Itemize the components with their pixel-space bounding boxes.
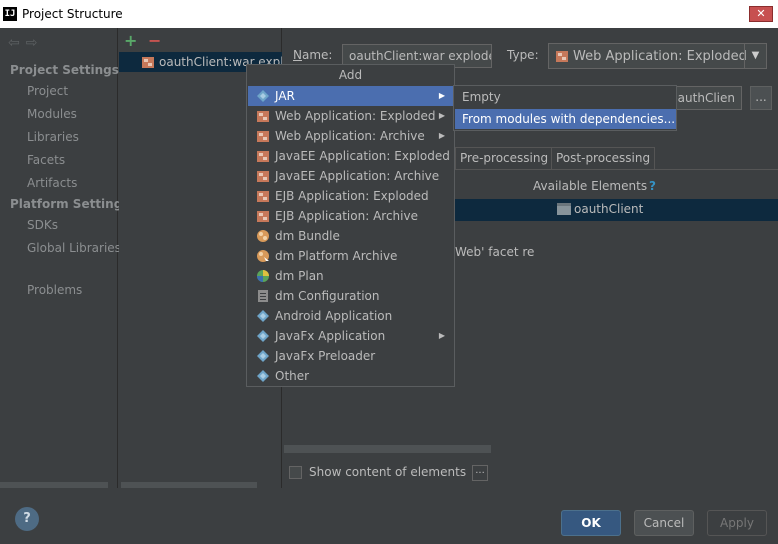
menu-item-javaee-application-archive[interactable]: JavaEE Application: Archive	[248, 166, 453, 186]
web-app-icon	[556, 51, 568, 62]
menu-item-label: Other	[275, 369, 310, 383]
menu-item-label: JavaFx Preloader	[275, 349, 376, 363]
menu-item-label: dm Bundle	[275, 229, 340, 243]
menu-item-android-application[interactable]: Android Application	[248, 306, 453, 326]
submenu-arrow-icon: ▶	[438, 91, 445, 100]
menu-item-web-application-exploded[interactable]: Web Application: Exploded ▶	[248, 106, 453, 126]
cancel-button[interactable]: Cancel	[634, 510, 694, 536]
facet-message: Web' facet re	[455, 245, 535, 259]
available-element-label: oauthClient	[574, 202, 644, 216]
menu-item-label: JAR	[275, 89, 295, 103]
menu-item-label: dm Configuration	[275, 289, 380, 303]
help-button[interactable]: ?	[15, 507, 39, 531]
show-content-label: Show content of elements	[309, 465, 467, 479]
menu-item-ejb-application-exploded[interactable]: EJB Application: Exploded	[248, 186, 453, 206]
add-artifact-button[interactable]: +	[124, 31, 137, 50]
dm-bundle-icon	[256, 229, 270, 243]
nav-section-platform-settings: Platform Settings	[10, 197, 130, 211]
window-title: Project Structure	[22, 7, 123, 21]
layout-horizontal-scrollbar[interactable]	[284, 445, 491, 453]
help-icon[interactable]: ?	[649, 179, 656, 193]
menu-item-jar[interactable]: JAR ▶	[248, 86, 453, 106]
nav-item-project[interactable]: Project	[27, 84, 68, 98]
menu-item-dm-platform-archive[interactable]: dm Platform Archive	[248, 246, 453, 266]
menu-item-ejb-application-archive[interactable]: EJB Application: Archive	[248, 206, 453, 226]
artifact-list-scrollbar[interactable]	[121, 482, 257, 488]
submenu-arrow-icon: ▶	[438, 331, 445, 340]
menu-item-label: EJB Application: Exploded	[275, 189, 429, 203]
show-content-checkbox[interactable]	[289, 466, 302, 479]
nav-item-sdks[interactable]: SDKs	[27, 218, 58, 232]
available-elements-label: Available Elements	[533, 179, 648, 193]
menu-item-javafx-application[interactable]: JavaFx Application ▶	[248, 326, 453, 346]
jar-submenu: Empty From modules with dependencies...	[453, 85, 677, 131]
menu-item-label: Web Application: Archive	[275, 129, 425, 143]
intellij-app-icon: IJ	[3, 7, 17, 21]
add-artifact-popup-menu: Add JAR ▶ Web Application: Exploded ▶ Web Ap…	[246, 64, 455, 387]
title-bar: IJ Project Structure ✕	[0, 0, 778, 28]
apply-button[interactable]: Apply	[707, 510, 767, 536]
submenu-item-empty[interactable]: Empty	[455, 87, 676, 107]
ejb-icon	[256, 189, 270, 203]
javaee-icon	[256, 169, 270, 183]
tab-pre-processing[interactable]: Pre-processing	[455, 147, 554, 169]
nav-item-facets[interactable]: Facets	[27, 153, 65, 167]
web-app-icon	[256, 109, 270, 123]
other-icon	[256, 369, 270, 383]
menu-item-dm-configuration[interactable]: dm Configuration	[248, 286, 453, 306]
show-content-options-button[interactable]: ...	[472, 465, 488, 481]
menu-item-label: JavaEE Application: Exploded	[275, 149, 450, 163]
nav-item-libraries[interactable]: Libraries	[27, 130, 79, 144]
menu-item-other[interactable]: Other	[248, 366, 453, 386]
ok-button[interactable]: OK	[561, 510, 621, 536]
name-label: Name:	[293, 48, 333, 62]
android-icon	[256, 309, 270, 323]
nav-item-modules[interactable]: Modules	[27, 107, 77, 121]
menu-item-label: JavaEE Application: Archive	[275, 169, 440, 183]
menu-item-dm-plan[interactable]: dm Plan	[248, 266, 453, 286]
menu-item-label: Android Application	[275, 309, 393, 323]
remove-artifact-button[interactable]: −	[148, 31, 161, 50]
nav-section-project-settings: Project Settings	[10, 63, 119, 77]
nav-item-global-libraries[interactable]: Global Libraries	[27, 241, 121, 255]
menu-item-label: dm Platform Archive	[275, 249, 398, 263]
menu-item-javafx-preloader[interactable]: JavaFx Preloader	[248, 346, 453, 366]
back-forward-icons[interactable]: ⇦⇨	[8, 35, 43, 51]
submenu-arrow-icon: ▶	[438, 131, 445, 140]
artifact-type-value: Web Application: Exploded	[573, 49, 747, 64]
type-label: Type:	[507, 48, 539, 62]
submenu-arrow-icon: ▶	[438, 111, 445, 120]
close-window-button[interactable]: ✕	[749, 6, 773, 22]
jar-icon	[256, 89, 270, 103]
browse-output-button[interactable]: ...	[750, 86, 772, 110]
menu-item-label: Web Application: Exploded	[275, 109, 436, 123]
war-exploded-icon	[142, 57, 154, 68]
popup-menu-header: Add	[338, 68, 363, 82]
available-element-row[interactable]: oauthClient	[455, 199, 778, 221]
ejb-icon	[256, 209, 270, 223]
nav-scrollbar[interactable]	[0, 482, 108, 488]
dm-platform-icon	[256, 249, 270, 263]
menu-item-web-application-archive[interactable]: Web Application: Archive ▶	[248, 126, 453, 146]
menu-item-dm-bundle[interactable]: dm Bundle	[248, 226, 453, 246]
dm-config-icon	[256, 289, 270, 303]
javaee-icon	[256, 149, 270, 163]
menu-item-label: EJB Application: Archive	[275, 209, 418, 223]
javafx-icon	[256, 329, 270, 343]
nav-item-problems[interactable]: Problems	[27, 283, 82, 297]
artifact-type-select[interactable]: Web Application: Exploded ▼	[548, 43, 767, 69]
module-folder-icon	[557, 203, 571, 215]
menu-item-javaee-application-exploded[interactable]: JavaEE Application: Exploded	[248, 146, 453, 166]
dm-plan-icon	[256, 269, 270, 283]
submenu-item-from-modules[interactable]: From modules with dependencies...	[455, 109, 676, 129]
menu-item-label: JavaFx Application	[275, 329, 386, 343]
tab-post-processing[interactable]: Post-processing	[551, 147, 656, 169]
chevron-down-icon[interactable]: ▼	[744, 44, 766, 68]
javafx-icon	[256, 349, 270, 363]
menu-item-label: dm Plan	[275, 269, 324, 283]
web-app-icon	[256, 129, 270, 143]
nav-item-artifacts[interactable]: Artifacts	[27, 176, 77, 190]
